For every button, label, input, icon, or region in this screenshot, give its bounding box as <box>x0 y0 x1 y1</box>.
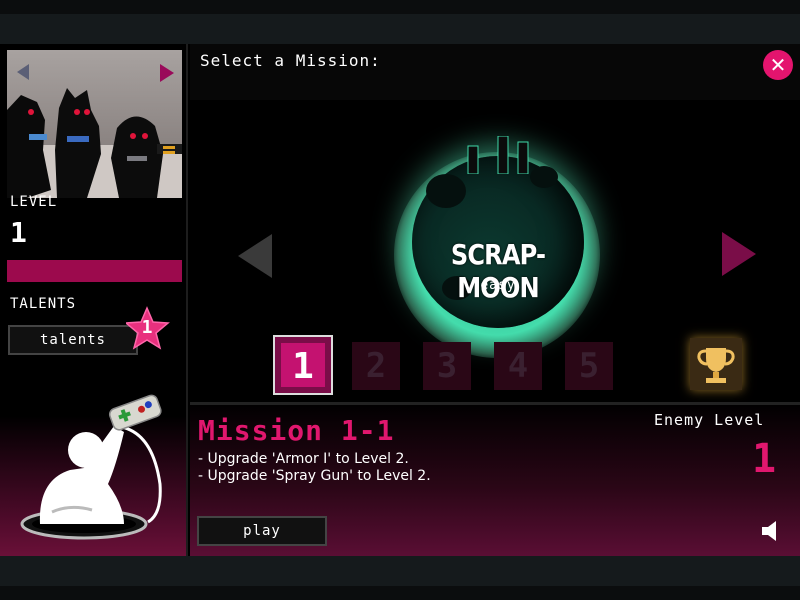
planet-difficulty: easy <box>480 278 516 293</box>
planet-antenna-icon <box>467 136 529 174</box>
mission-header: Select a Mission: ✕ <box>190 44 800 100</box>
mission-tile-label: 1 <box>292 346 314 387</box>
bottom-frame <box>0 556 800 600</box>
talents-button[interactable]: talents <box>8 325 138 355</box>
mission-tile-5[interactable]: 5 <box>565 342 613 390</box>
character-squad-image <box>7 88 182 198</box>
mission-objective-1: - Upgrade 'Armor I' to Level 2. <box>198 451 409 467</box>
trophy-button[interactable] <box>690 338 742 390</box>
talents-badge-count: 1 <box>141 317 153 338</box>
speaker-icon[interactable] <box>762 520 780 542</box>
mission-tile-2[interactable]: 2 <box>352 342 400 390</box>
level-progress-bar <box>7 260 182 282</box>
character-panel: LEVEL 1 TALENTS talents 1 <box>0 44 188 556</box>
mission-tile-label: 2 <box>365 346 387 386</box>
mission-tile-label: 5 <box>578 346 600 386</box>
talents-label: TALENTS <box>10 296 77 312</box>
prev-character-icon[interactable] <box>17 64 29 80</box>
mission-tile-4[interactable]: 4 <box>494 342 542 390</box>
mission-title: Mission 1-1 <box>198 414 395 447</box>
mission-objective-2: - Upgrade 'Spray Gun' to Level 2. <box>198 468 431 484</box>
top-frame <box>0 0 800 44</box>
mission-tile-3[interactable]: 3 <box>423 342 471 390</box>
level-label: LEVEL <box>10 194 58 210</box>
level-value: 1 <box>10 216 27 249</box>
star-badge-icon: 1 <box>124 306 174 354</box>
enemy-level-value: 1 <box>752 436 777 482</box>
trophy-icon <box>697 348 735 383</box>
enemy-level-label: Enemy Level <box>654 411 765 429</box>
planet-name: SCRAP-MOON <box>450 238 546 304</box>
mission-tile-label: 3 <box>436 346 458 386</box>
page-title: Select a Mission: <box>200 51 381 70</box>
mission-tile-1[interactable]: 1 <box>273 335 333 395</box>
character-portrait <box>7 50 182 198</box>
gamer-mascot-icon <box>20 394 162 540</box>
next-character-icon[interactable] <box>160 64 174 82</box>
prev-planet-icon[interactable] <box>238 234 272 278</box>
next-planet-icon[interactable] <box>722 232 756 276</box>
mission-tile-label: 4 <box>507 346 529 386</box>
play-button[interactable]: play <box>197 516 327 546</box>
close-icon[interactable]: ✕ <box>763 50 793 80</box>
